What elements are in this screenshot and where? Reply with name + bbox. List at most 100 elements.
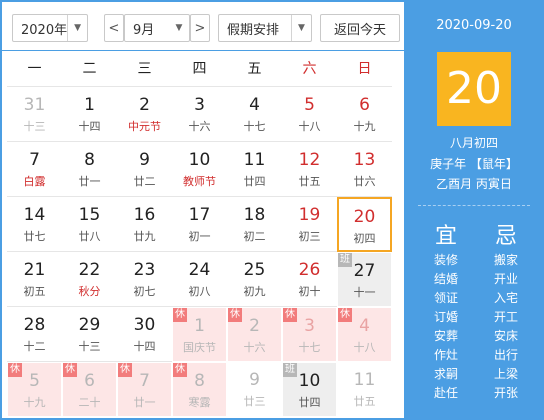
month-select[interactable]: 9月 ▼ [124,14,190,42]
day-number: 9 [249,370,260,390]
year-value: 2020年 [21,22,68,38]
next-month-button[interactable]: > [190,14,210,42]
day-cell[interactable]: 31 十三 [7,87,62,142]
ji-heading: 忌 [494,224,517,249]
yi-item: 领证 [433,291,458,305]
ganzhi-month-day: 乙酉月 丙寅日 [436,177,512,191]
day-number: 24 [188,260,211,280]
day-cell[interactable]: 12 廿五 [282,142,337,197]
lunar-label: 国庆节 [183,341,216,354]
day-number: 7 [139,371,150,391]
yi-item: 结婚 [433,272,458,286]
lunar-label: 初八 [188,285,211,298]
selected-date: 2020-09-20 [436,18,512,33]
lunar-label: 十三 [78,340,101,353]
day-number: 16 [133,205,156,225]
day-cell[interactable]: 休 2 十六 [227,307,282,362]
day-cell[interactable]: 15 廿八 [62,197,117,252]
day-cell[interactable]: 10 教师节 [172,142,227,197]
day-number: 3 [304,316,315,336]
day-cell[interactable]: 7 白露 [7,142,62,197]
day-cell[interactable]: 休 6 二十 [62,362,117,417]
weekday-wed: 三 [137,61,152,77]
lunar-label: 二十 [78,396,101,409]
day-number: 15 [78,205,101,225]
lunar-label: 中元节 [128,120,161,133]
prev-month-button[interactable]: < [104,14,124,42]
day-number: 22 [78,260,101,280]
ji-item: 搬家 [493,253,518,267]
week-row: 14 廿七 15 廿八 16 廿九 17 初一 18 初二 19 初三 20 初四 [7,196,392,252]
day-cell[interactable]: 1 十四 [62,87,117,142]
day-number: 5 [304,95,315,115]
lunar-label: 初九 [243,285,266,298]
day-cell[interactable]: 休 4 十八 [337,307,392,362]
day-number: 5 [29,371,40,391]
day-number: 2 [249,316,260,336]
divider [418,205,530,206]
today-button[interactable]: 返回今天 [320,14,400,42]
day-cell[interactable]: 班 27 十一 [337,252,392,307]
day-cell[interactable]: 23 初七 [117,252,172,307]
day-number: 30 [133,315,156,335]
chevron-down-icon: ▼ [291,15,311,41]
day-cell[interactable]: 4 十七 [227,87,282,142]
chevron-right-icon: > [194,20,206,36]
day-cell[interactable]: 16 廿九 [117,197,172,252]
ji-item: 出行 [493,348,518,362]
day-cell[interactable]: 休 5 十九 [7,362,62,417]
day-cell[interactable]: 9 廿二 [117,142,172,197]
day-cell[interactable]: 17 初一 [172,197,227,252]
year-select[interactable]: 2020年 ▼ [12,14,88,42]
ji-item: 开工 [493,310,518,324]
day-cell[interactable]: 休 1 国庆节 [172,307,227,362]
day-cell[interactable]: 22 秋分 [62,252,117,307]
day-cell[interactable]: 29 十三 [62,307,117,362]
day-cell[interactable]: 13 廿六 [337,142,392,197]
day-cell[interactable]: 休 7 廿一 [117,362,172,417]
chevron-down-icon: ▼ [67,15,87,41]
lunar-label: 廿七 [23,230,46,243]
day-cell[interactable]: 休 3 十七 [282,307,337,362]
yi-heading: 宜 [434,224,457,249]
day-cell[interactable]: 21 初五 [7,252,62,307]
day-cell[interactable]: 9 廿三 [227,362,282,417]
day-number: 11 [243,150,266,170]
day-cell[interactable]: 25 初九 [227,252,282,307]
lunar-label: 十六 [243,341,266,354]
ji-item: 开张 [493,386,518,400]
yi-item: 安葬 [433,329,458,343]
day-cell-selected[interactable]: 20 初四 [337,197,392,252]
day-cell[interactable]: 19 初三 [282,197,337,252]
week-row: 28 十二 29 十三 30 十四休 1 国庆节休 2 十六休 3 十七休 4 十八 [7,306,392,362]
day-cell[interactable]: 30 十四 [117,307,172,362]
lunar-label: 廿四 [298,396,321,409]
day-cell[interactable]: 26 初十 [282,252,337,307]
lunar-label: 十六 [188,120,211,133]
month-value: 9月 [133,22,155,38]
lunar-label: 十二 [23,340,46,353]
day-cell[interactable]: 5 十八 [282,87,337,142]
day-number: 8 [194,371,205,391]
yi-item: 求嗣 [433,367,458,381]
lunar-label: 初十 [298,285,321,298]
day-cell[interactable]: 8 廿一 [62,142,117,197]
lunar-label: 廿五 [353,395,376,408]
day-cell[interactable]: 2 中元节 [117,87,172,142]
day-cell[interactable]: 班 10 廿四 [282,362,337,417]
lunar-label: 白露 [23,175,46,188]
day-cell[interactable]: 24 初八 [172,252,227,307]
holiday-select[interactable]: 假期安排 ▼ [218,14,312,42]
day-cell[interactable]: 休 8 寒露 [172,362,227,417]
lunar-label: 廿九 [133,230,156,243]
day-cell[interactable]: 18 初二 [227,197,282,252]
day-cell[interactable]: 14 廿七 [7,197,62,252]
selected-day-number: 20 [437,52,511,126]
day-cell[interactable]: 11 廿五 [337,362,392,417]
day-number: 19 [298,205,321,225]
day-cell[interactable]: 6 十九 [337,87,392,142]
day-cell[interactable]: 28 十二 [7,307,62,362]
day-cell[interactable]: 3 十六 [172,87,227,142]
day-cell[interactable]: 11 廿四 [227,142,282,197]
day-number: 1 [84,95,95,115]
